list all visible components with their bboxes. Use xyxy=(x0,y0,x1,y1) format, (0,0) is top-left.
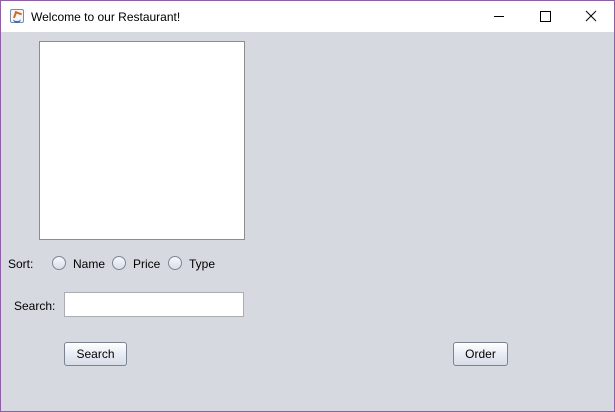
restaurant-window: Welcome to our Restaurant! Sort: Name Pr… xyxy=(0,0,615,412)
content-pane: Sort: Name Price Type Search: Search Ord… xyxy=(1,32,614,411)
minimize-icon xyxy=(494,16,504,17)
close-icon xyxy=(585,10,597,22)
maximize-icon xyxy=(540,11,551,22)
sort-type-label: Type xyxy=(189,257,216,271)
maximize-button[interactable] xyxy=(522,1,568,32)
radio-button-icon[interactable] xyxy=(112,256,126,270)
sort-name-label: Name xyxy=(73,257,106,271)
sort-label: Sort: xyxy=(8,257,34,271)
search-input[interactable] xyxy=(64,292,244,317)
search-button[interactable]: Search xyxy=(64,342,127,366)
title-bar[interactable]: Welcome to our Restaurant! xyxy=(1,1,614,32)
search-label: Search: xyxy=(14,299,56,313)
java-app-icon xyxy=(10,9,24,23)
radio-button-icon[interactable] xyxy=(52,256,66,270)
close-button[interactable] xyxy=(568,1,614,32)
order-button[interactable]: Order xyxy=(453,342,508,366)
sort-price-label: Price xyxy=(133,257,161,271)
minimize-button[interactable] xyxy=(476,1,522,32)
window-title: Welcome to our Restaurant! xyxy=(31,10,181,24)
radio-button-icon[interactable] xyxy=(168,256,182,270)
menu-list[interactable] xyxy=(39,41,245,240)
